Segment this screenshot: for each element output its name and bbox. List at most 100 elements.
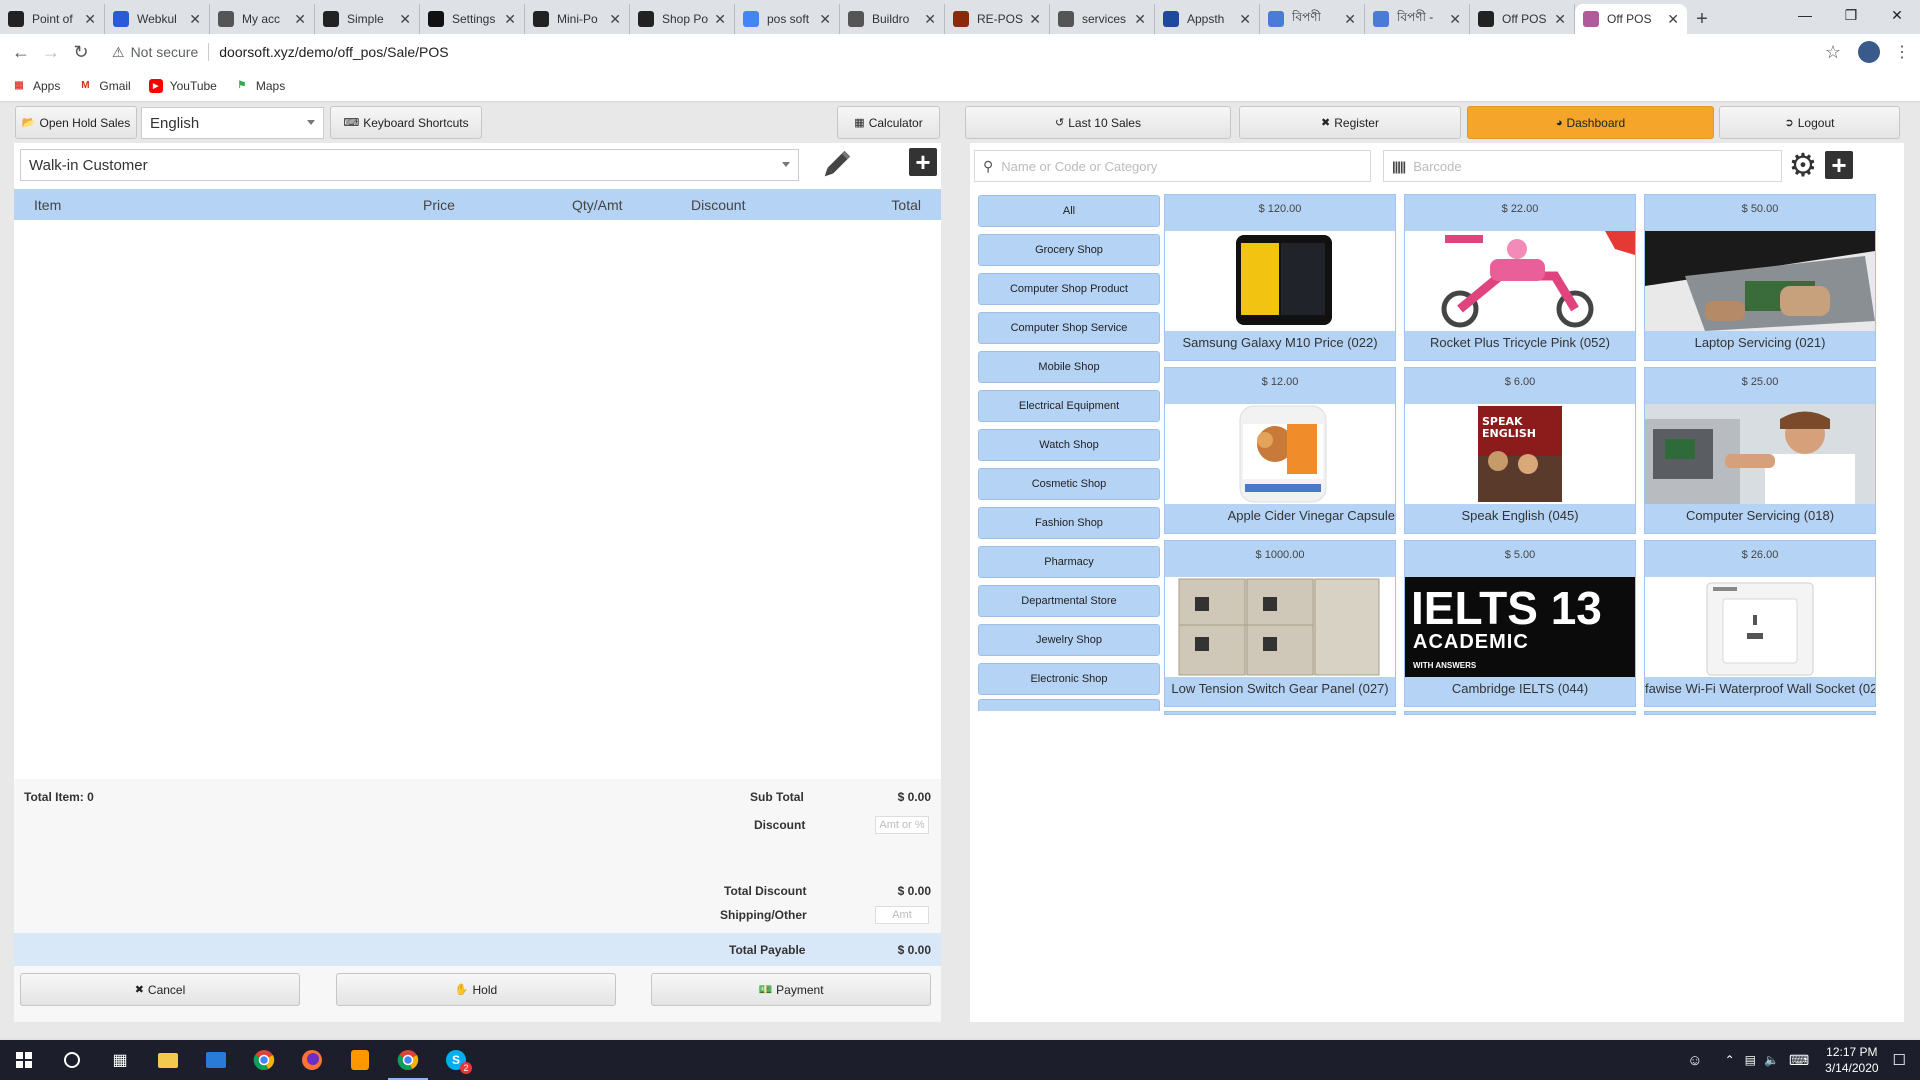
customer-select[interactable]: Walk-in Customer [20,149,799,181]
payment-button[interactable]: 💵 Payment [651,973,931,1006]
tab-close-icon[interactable]: ✕ [84,11,96,28]
category-button[interactable]: Computer Shop Product [978,273,1160,305]
forward-arrow-icon[interactable]: → [36,37,66,67]
tab-close-icon[interactable]: ✕ [819,11,831,28]
cortana-search-icon[interactable] [48,1040,96,1080]
maximize-icon[interactable]: ❐ [1828,0,1874,30]
browser-tab[interactable]: Buildro ✕ [840,4,945,34]
browser-tab[interactable]: services ✕ [1050,4,1155,34]
category-button[interactable]: Electrical Equipment [978,390,1160,422]
shipping-input[interactable]: Amt [875,906,929,924]
tab-close-icon[interactable]: ✕ [1554,11,1566,28]
file-explorer-icon[interactable] [144,1040,192,1080]
tab-close-icon[interactable]: ✕ [714,11,726,28]
tab-close-icon[interactable]: ✕ [1029,11,1041,28]
last-10-sales-button[interactable]: ↺ Last 10 Sales [965,106,1231,139]
browser-tab[interactable]: Point of ✕ [0,4,105,34]
browser-tab[interactable]: pos soft ✕ [735,4,840,34]
browser-tab[interactable]: বিপণী ✕ [1260,4,1365,34]
bookmark-maps[interactable]: ⚑ Maps [235,79,285,93]
profile-avatar[interactable] [1858,41,1880,63]
product-card[interactable]: $ 5.00 IELTS 13 ACADEMIC WITH ANSWERS Ca… [1404,540,1636,707]
category-button[interactable]: Watch Shop [978,429,1160,461]
volume-icon[interactable]: 🔈 [1764,1053,1779,1067]
category-button[interactable]: All [978,195,1160,227]
tab-close-icon[interactable]: ✕ [294,11,306,28]
cancel-button[interactable]: ✖ Cancel [20,973,300,1006]
action-center-icon[interactable]: ☐ [1893,1051,1906,1069]
category-button[interactable]: Fashion Shop [978,507,1160,539]
discount-input[interactable]: Amt or % [875,816,929,834]
task-view-icon[interactable]: ▦ [96,1040,144,1080]
hold-button[interactable]: ✋ Hold [336,973,616,1006]
category-button[interactable]: Jewelry Shop [978,624,1160,656]
browser-tab[interactable]: Shop Po ✕ [630,4,735,34]
tab-close-icon[interactable]: ✕ [1449,11,1461,28]
bookmark-star-icon[interactable]: ☆ [1818,42,1848,63]
language-select[interactable]: English [141,107,324,139]
tab-close-icon[interactable]: ✕ [609,11,621,28]
category-button[interactable]: Departmental Store [978,585,1160,617]
dashboard-button[interactable]: ◕ Dashboard [1467,106,1714,139]
category-button[interactable]: Computer Shop Service [978,312,1160,344]
browser-tab[interactable]: My acc ✕ [210,4,315,34]
reload-icon[interactable]: ↻ [66,37,96,67]
tab-close-icon[interactable]: ✕ [1239,11,1251,28]
chrome-active-icon[interactable] [384,1040,432,1080]
bookmark-gmail[interactable]: M Gmail [78,79,131,93]
omnibox[interactable]: ⚠ Not secure doorsoft.xyz/demo/off_pos/S… [106,38,1818,66]
category-button[interactable]: Pharmacy [978,546,1160,578]
chevron-up-icon[interactable]: ⌃ [1725,1053,1735,1067]
browser-tab[interactable]: Webkul ✕ [105,4,210,34]
category-partial[interactable] [978,699,1160,711]
firefox-icon[interactable] [288,1040,336,1080]
edit-customer-icon[interactable] [816,145,856,185]
close-window-icon[interactable]: ✕ [1874,0,1920,30]
minimize-icon[interactable]: — [1782,0,1828,30]
tab-close-icon[interactable]: ✕ [1344,11,1356,28]
url-text[interactable]: doorsoft.xyz/demo/off_pos/Sale/POS [219,44,448,60]
product-card[interactable]: $ 120.00 Samsung Galaxy M10 Price (022) [1164,194,1396,361]
browser-tab[interactable]: Off POS ✕ [1575,4,1687,34]
product-card-partial[interactable] [1404,711,1636,715]
network-icon[interactable]: ▤ [1745,1053,1756,1067]
product-card-partial[interactable] [1164,711,1396,715]
add-product-icon[interactable]: + [1825,151,1853,179]
category-button[interactable]: Cosmetic Shop [978,468,1160,500]
category-button[interactable]: Grocery Shop [978,234,1160,266]
product-card[interactable]: $ 1000.00 Low Tension Switch Gear Panel … [1164,540,1396,707]
browser-tab[interactable]: Simple ✕ [315,4,420,34]
browser-tab[interactable]: Off POS ✕ [1470,4,1575,34]
browser-tab[interactable]: Settings ✕ [420,4,525,34]
back-arrow-icon[interactable]: ← [6,37,36,67]
skype-icon[interactable]: S 2 [432,1040,480,1080]
calculator-button[interactable]: ▦ Calculator [837,106,940,139]
browser-tab[interactable]: বিপণী - ✕ [1365,4,1470,34]
category-button[interactable]: Electronic Shop [978,663,1160,695]
bookmark-youtube[interactable]: ▶ YouTube [148,78,217,93]
people-icon[interactable]: ☺ [1687,1052,1702,1069]
browser-tab[interactable]: Mini-Po ✕ [525,4,630,34]
product-card[interactable]: $ 25.00 Computer Servicing (018) [1644,367,1876,534]
product-search-input[interactable]: ⚲ Name or Code or Category [974,150,1371,182]
logout-button[interactable]: ➲ Logout [1719,106,1900,139]
keyboard-icon[interactable]: ⌨ [1789,1052,1809,1069]
windows-start-icon[interactable] [0,1040,48,1080]
category-button[interactable]: Mobile Shop [978,351,1160,383]
clock[interactable]: 12:17 PM 3/14/2020 [1825,1044,1878,1076]
product-card-partial[interactable] [1644,711,1876,715]
chrome-icon[interactable] [240,1040,288,1080]
add-customer-icon[interactable]: + [909,148,937,176]
sublime-text-icon[interactable] [336,1040,384,1080]
product-card[interactable]: $ 22.00 Rocket Plus Tricycle Pink (052) [1404,194,1636,361]
product-card[interactable]: $ 50.00 Laptop Servicing (021) [1644,194,1876,361]
bookmark-apps[interactable]: ▦ Apps [12,79,60,93]
pos-app-icon[interactable] [192,1040,240,1080]
product-card[interactable]: $ 6.00 SPEAK ENGLISH Speak English (045) [1404,367,1636,534]
tab-close-icon[interactable]: ✕ [189,11,201,28]
product-card[interactable]: $ 12.00 Apple Cider Vinegar Capsule [1164,367,1396,534]
product-card[interactable]: $ 26.00 fawise Wi-Fi Waterproof Wall Soc… [1644,540,1876,707]
tab-close-icon[interactable]: ✕ [399,11,411,28]
barcode-input[interactable]: ||||| Barcode [1383,150,1782,182]
browser-tab[interactable]: RE-POS ✕ [945,4,1050,34]
